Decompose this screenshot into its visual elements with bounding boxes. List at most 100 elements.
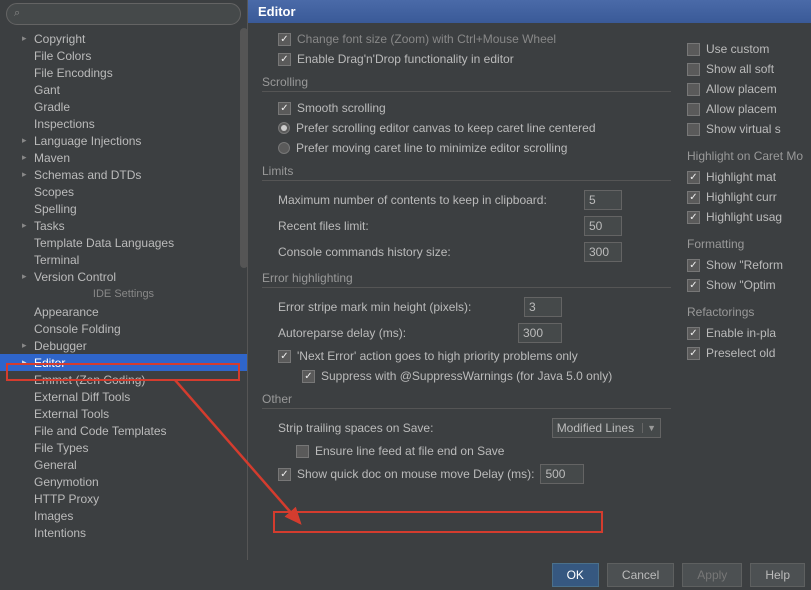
- section-other: Other: [262, 392, 671, 409]
- hilite-title: Highlight on Caret Mo: [687, 149, 809, 163]
- search-input[interactable]: [6, 3, 241, 25]
- checkbox[interactable]: [687, 347, 700, 360]
- section-limits: Limits: [262, 164, 671, 181]
- checkbox[interactable]: [687, 327, 700, 340]
- checkbox[interactable]: [687, 83, 700, 96]
- tree-item[interactable]: Terminal: [0, 251, 247, 268]
- reparse-input[interactable]: [518, 323, 562, 343]
- tree-item[interactable]: ▸Version Control: [0, 268, 247, 285]
- tree-item[interactable]: File Encodings: [0, 64, 247, 81]
- tree-item[interactable]: Gant: [0, 81, 247, 98]
- reparse-label: Autoreparse delay (ms):: [278, 326, 406, 340]
- quickdoc-label: Show quick doc on mouse move Delay (ms):: [297, 467, 534, 481]
- section-errhighlight: Error highlighting: [262, 271, 671, 288]
- checkbox[interactable]: [687, 123, 700, 136]
- console-label: Console commands history size:: [278, 245, 451, 259]
- hilitecur-label: Highlight curr: [706, 190, 777, 204]
- tree-item-label: Tasks: [34, 219, 65, 233]
- checkbox[interactable]: [687, 63, 700, 76]
- tree-item[interactable]: External Tools: [0, 405, 247, 422]
- search-icon: ⌕: [14, 7, 20, 20]
- apply-button[interactable]: Apply: [682, 563, 742, 587]
- checkbox[interactable]: [278, 53, 291, 66]
- tree-item-label: HTTP Proxy: [34, 492, 99, 506]
- tree-item[interactable]: Genymotion: [0, 473, 247, 490]
- tree-item-label: Debugger: [34, 339, 87, 353]
- tree-item-label: File Colors: [34, 49, 91, 63]
- strip-select[interactable]: Modified Lines▼: [552, 418, 661, 438]
- tree-item[interactable]: Console Folding: [0, 320, 247, 337]
- tree-item-label: Spelling: [34, 202, 77, 216]
- help-button[interactable]: Help: [750, 563, 805, 587]
- stripe-input[interactable]: [524, 297, 562, 317]
- tree-item[interactable]: External Diff Tools: [0, 388, 247, 405]
- nexterror-label: 'Next Error' action goes to high priorit…: [297, 349, 578, 363]
- hiliteusa-label: Highlight usag: [706, 210, 782, 224]
- tree-item[interactable]: ▸Tasks: [0, 217, 247, 234]
- refac-title: Refactorings: [687, 305, 809, 319]
- fmt-title: Formatting: [687, 237, 809, 251]
- chevron-right-icon: ▸: [22, 357, 34, 368]
- tree-item-label: Intentions: [34, 526, 86, 540]
- right-panel: Use custom Show all soft Allow placem Al…: [685, 23, 811, 560]
- tree-item[interactable]: Emmet (Zen Coding): [0, 371, 247, 388]
- dialog-buttons: OK Cancel Apply Help: [552, 563, 805, 587]
- showsoft-label: Show all soft: [706, 62, 774, 76]
- checkbox[interactable]: [278, 102, 291, 115]
- cancel-button[interactable]: Cancel: [607, 563, 674, 587]
- tree-item-label: Maven: [34, 151, 70, 165]
- scrollbar[interactable]: [240, 28, 248, 268]
- checkbox[interactable]: [302, 370, 315, 383]
- tree-item-label: External Diff Tools: [34, 390, 130, 404]
- settings-tree[interactable]: ▸Copyright File ColorsFile EncodingsGant G…: [0, 28, 247, 560]
- checkbox[interactable]: [278, 468, 291, 481]
- tree-item-label: Gradle: [34, 100, 70, 114]
- console-input[interactable]: [584, 242, 622, 262]
- radio[interactable]: [278, 122, 290, 134]
- dragdrop-label: Enable Drag'n'Drop functionality in edit…: [297, 52, 514, 66]
- tree-item[interactable]: ▸Editor: [0, 354, 247, 371]
- checkbox[interactable]: [687, 191, 700, 204]
- allowp2-label: Allow placem: [706, 102, 777, 116]
- checkbox[interactable]: [687, 211, 700, 224]
- tree-item-label: Scopes: [34, 185, 74, 199]
- tree-item-label: Console Folding: [34, 322, 121, 336]
- tree-item[interactable]: Scopes: [0, 183, 247, 200]
- radio[interactable]: [278, 142, 290, 154]
- checkbox[interactable]: [278, 33, 291, 46]
- ok-button[interactable]: OK: [552, 563, 599, 587]
- tree-item-label: Editor: [34, 356, 65, 370]
- quickdoc-input[interactable]: [540, 464, 584, 484]
- smooth-label: Smooth scrolling: [297, 101, 386, 115]
- tree-item[interactable]: File Colors: [0, 47, 247, 64]
- tree-item[interactable]: Images: [0, 507, 247, 524]
- tree-item[interactable]: ▸Language Injections: [0, 132, 247, 149]
- tree-item[interactable]: HTTP Proxy: [0, 490, 247, 507]
- tree-item[interactable]: Spelling: [0, 200, 247, 217]
- checkbox[interactable]: [687, 279, 700, 292]
- tree-item[interactable]: File Types: [0, 439, 247, 456]
- tree-item[interactable]: ▸Schemas and DTDs: [0, 166, 247, 183]
- checkbox[interactable]: [687, 43, 700, 56]
- tree-item[interactable]: ▸Copyright: [0, 30, 247, 47]
- tree-item[interactable]: Intentions: [0, 524, 247, 541]
- clipboard-input[interactable]: [584, 190, 622, 210]
- tree-item[interactable]: File and Code Templates: [0, 422, 247, 439]
- checkbox[interactable]: [687, 171, 700, 184]
- tree-item[interactable]: Appearance: [0, 303, 247, 320]
- checkbox[interactable]: [278, 350, 291, 363]
- checkbox[interactable]: [687, 103, 700, 116]
- section-scrolling: Scrolling: [262, 75, 671, 92]
- tree-item[interactable]: Inspections: [0, 115, 247, 132]
- tree-item[interactable]: Template Data Languages: [0, 234, 247, 251]
- chevron-right-icon: ▸: [22, 152, 34, 163]
- checkbox[interactable]: [687, 259, 700, 272]
- tree-item[interactable]: Gradle: [0, 98, 247, 115]
- scroll-r2: Prefer moving caret line to minimize edi…: [296, 141, 567, 155]
- checkbox[interactable]: [296, 445, 309, 458]
- tree-item[interactable]: ▸Debugger: [0, 337, 247, 354]
- tree-item[interactable]: General: [0, 456, 247, 473]
- recent-input[interactable]: [584, 216, 622, 236]
- main-panel: Editor Change font size (Zoom) with Ctrl…: [248, 0, 811, 560]
- tree-item[interactable]: ▸Maven: [0, 149, 247, 166]
